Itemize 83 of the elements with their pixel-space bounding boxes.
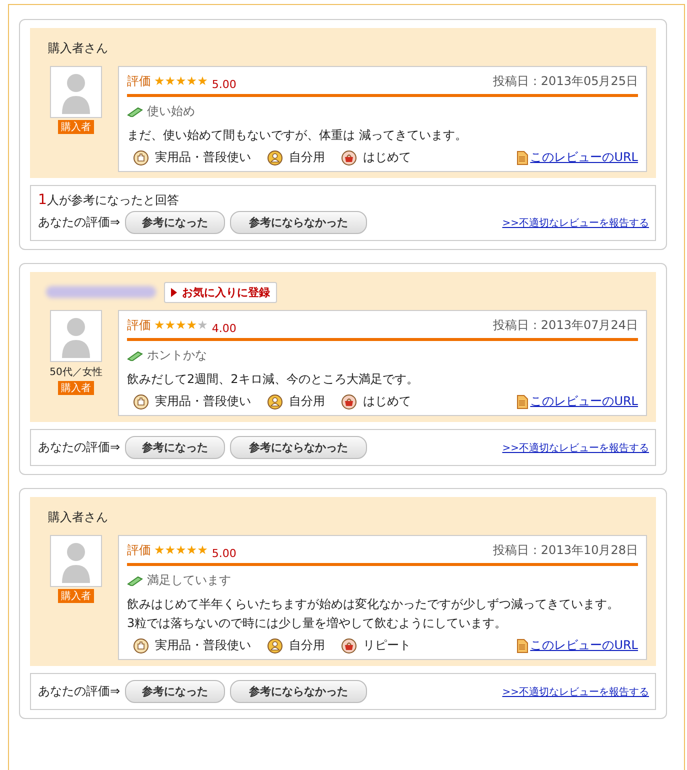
person-icon bbox=[267, 394, 283, 410]
star-icon: ★ bbox=[197, 544, 208, 556]
buyer-badge: 購入者 bbox=[58, 381, 94, 395]
tag-label: 自分用 bbox=[289, 637, 325, 654]
favorite-button[interactable]: お気に入りに登録 bbox=[164, 282, 277, 302]
basket-icon bbox=[341, 150, 357, 166]
hand-icon bbox=[133, 638, 149, 654]
review-text: 飲みはじめて半年くらいたちますが始めは変化なかったですが少しずつ減ってきています。 bbox=[127, 596, 620, 613]
document-icon bbox=[517, 394, 528, 408]
star-icon: ★ bbox=[197, 75, 208, 87]
avatar-icon bbox=[50, 310, 102, 362]
review-url-link[interactable]: このレビューのURL bbox=[530, 393, 638, 410]
vote-button[interactable]: 参考にならなかった bbox=[230, 436, 368, 459]
tag-label: はじめて bbox=[363, 393, 411, 410]
rating-label: 評価 bbox=[127, 73, 151, 90]
document-icon bbox=[517, 638, 528, 652]
buyer-badge: 購入者 bbox=[58, 120, 94, 134]
avatar-icon bbox=[50, 66, 102, 118]
star-icon: ★ bbox=[186, 319, 198, 331]
review-text: 3粒では落ちないので時には少し量を増やして飲むようにしています。 bbox=[127, 615, 508, 632]
pencil-icon bbox=[127, 576, 143, 586]
star-icon: ★ bbox=[176, 319, 186, 331]
star-icon: ★ bbox=[176, 544, 186, 556]
reviewer-name: 購入者さん bbox=[48, 40, 108, 56]
review-title: 満足しています bbox=[147, 572, 231, 589]
tag-label: 実用品・普段使い bbox=[155, 393, 251, 410]
vote-label: あなたの評価⇒ bbox=[38, 683, 120, 700]
helpful-count: 1 bbox=[38, 192, 47, 208]
vote-label: あなたの評価⇒ bbox=[38, 439, 120, 456]
tag-label: はじめて bbox=[363, 149, 411, 166]
post-date: 投稿日：2013年05月25日 bbox=[492, 73, 638, 90]
avatar-icon bbox=[50, 535, 102, 587]
vote-button[interactable]: 参考にならなかった bbox=[230, 680, 368, 703]
star-icon: ★ bbox=[164, 319, 176, 331]
rating-score: 5.00 bbox=[212, 547, 236, 560]
pencil-icon bbox=[127, 350, 143, 360]
tag-label: 実用品・普段使い bbox=[155, 637, 251, 654]
tag-label: 自分用 bbox=[289, 149, 325, 166]
report-link[interactable]: >>不適切なレビューを報告する bbox=[502, 216, 649, 230]
rating-score: 5.00 bbox=[212, 78, 236, 91]
basket-icon bbox=[341, 394, 357, 410]
star-icon: ★ bbox=[176, 75, 186, 87]
vote-button[interactable]: 参考になった bbox=[125, 436, 226, 459]
star-icon: ★ bbox=[186, 544, 198, 556]
pencil-icon bbox=[127, 106, 143, 116]
basket-icon bbox=[341, 638, 357, 654]
review-text: 飲みだして2週間、2キロ減、今のところ大満足です。 bbox=[127, 371, 420, 388]
review-url-link[interactable]: このレビューのURL bbox=[530, 637, 638, 654]
review-url-link[interactable]: このレビューのURL bbox=[530, 149, 638, 166]
report-link[interactable]: >>不適切なレビューを報告する bbox=[502, 440, 649, 454]
helpful-text: 人が参考になったと回答 bbox=[46, 193, 179, 207]
tag-label: リピート bbox=[363, 637, 411, 654]
report-link[interactable]: >>不適切なレビューを報告する bbox=[502, 684, 649, 698]
vote-label: あなたの評価⇒ bbox=[38, 214, 120, 231]
triangle-icon bbox=[171, 288, 177, 296]
tag-label: 自分用 bbox=[289, 393, 325, 410]
reviewer-profile: 50代／女性 bbox=[50, 366, 102, 379]
star-icon: ★ bbox=[164, 75, 176, 87]
star-icon: ★ bbox=[186, 75, 198, 87]
rating-score: 4.00 bbox=[212, 322, 236, 335]
star-icon: ★ bbox=[197, 319, 208, 331]
buyer-badge: 購入者 bbox=[58, 589, 94, 603]
document-icon bbox=[517, 150, 528, 164]
post-date: 投稿日：2013年07月24日 bbox=[492, 317, 638, 334]
vote-button[interactable]: 参考にならなかった bbox=[230, 211, 368, 234]
star-icon: ★ bbox=[154, 544, 165, 556]
rating-label: 評価 bbox=[127, 542, 151, 559]
review-text: まだ、使い始めて間もないですが、体重は 減ってきています。 bbox=[127, 127, 468, 144]
vote-button[interactable]: 参考になった bbox=[125, 211, 226, 234]
star-icon: ★ bbox=[164, 544, 176, 556]
person-icon bbox=[267, 638, 283, 654]
tag-label: 実用品・普段使い bbox=[155, 149, 251, 166]
person-icon bbox=[267, 150, 283, 166]
reviewer-name: 購入者さん bbox=[48, 508, 108, 526]
star-icon: ★ bbox=[154, 75, 165, 87]
review-title: ホントかな bbox=[147, 347, 207, 364]
review-title: 使い始め bbox=[147, 103, 195, 120]
vote-button[interactable]: 参考になった bbox=[125, 680, 226, 703]
hand-icon bbox=[133, 394, 149, 410]
hand-icon bbox=[133, 150, 149, 166]
star-icon: ★ bbox=[154, 319, 165, 331]
post-date: 投稿日：2013年10月28日 bbox=[492, 542, 638, 559]
rating-label: 評価 bbox=[127, 317, 151, 334]
